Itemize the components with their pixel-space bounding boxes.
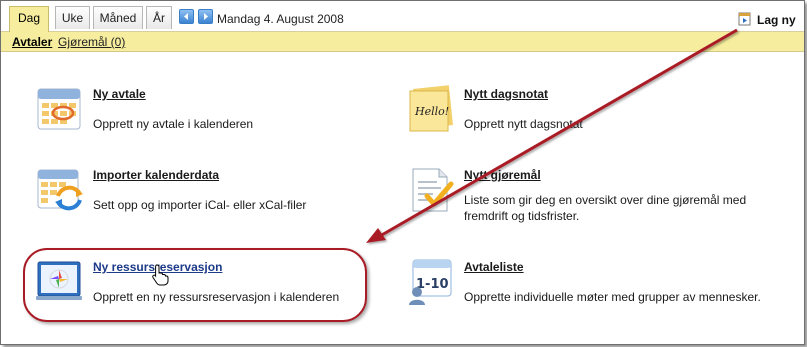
annotation-arrow [366,28,738,243]
